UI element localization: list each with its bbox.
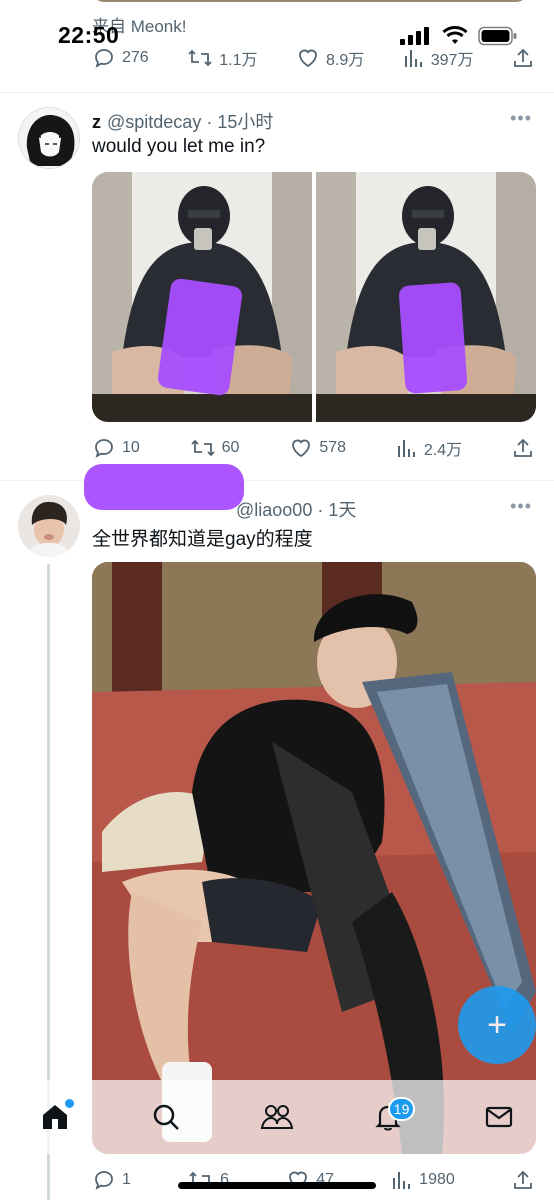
views-icon [397,440,415,457]
compose-button[interactable]: + [458,986,536,1064]
censor-overlay [398,281,468,395]
timestamp[interactable]: 15小时 [217,112,273,132]
messages-icon [485,1106,512,1128]
separator-dot: · [201,112,218,132]
retweet-count: 60 [221,439,240,456]
retweet-button[interactable]: 60 [190,436,240,460]
views-count: 1980 [419,1171,455,1188]
more-icon[interactable]: ••• [510,496,532,517]
tweet-photo-1[interactable] [92,172,312,422]
more-icon[interactable]: ••• [510,108,532,129]
tab-search[interactable] [136,1087,196,1147]
tweet-header: z @spitdecay · 15小时 [92,108,273,134]
status-time: 22:50 [58,22,120,48]
separator-dot: · [312,500,329,520]
signal-icon [400,27,429,45]
views-icon [393,1172,411,1189]
wifi-icon [442,26,468,44]
like-count: 578 [319,439,347,456]
avatar[interactable] [18,107,80,169]
views-button[interactable]: 2.4万 [396,436,462,460]
reply-icon [95,439,113,458]
handle[interactable]: liaoo00 [254,500,312,520]
tweet-photo[interactable] [92,562,536,1154]
tweet-spitdecay[interactable]: z @spitdecay · 15小时 ••• would you let me … [0,92,554,480]
tab-notifications[interactable]: 19 [358,1087,418,1147]
avatar[interactable] [18,495,80,557]
like-icon [292,439,311,458]
display-name[interactable]: z [92,112,101,132]
reply-button[interactable]: 1 [92,1168,131,1192]
tweet-actions: 10 60 578 2.4万 [92,436,534,460]
battery-icon [478,26,517,46]
reply-count: 1 [122,1171,131,1188]
views-count: 2.4万 [423,442,463,459]
tab-messages[interactable] [469,1087,529,1147]
communities-icon [260,1105,294,1129]
timestamp[interactable]: 1天 [328,500,356,520]
censor-overlay-name [84,464,244,510]
handle[interactable]: @spitdecay [107,112,201,132]
tab-home[interactable] [25,1087,85,1147]
reply-count: 10 [122,439,140,456]
compose-icon: + [487,1005,507,1044]
search-icon [153,1104,180,1130]
home-unread-dot [65,1099,75,1108]
reply-button[interactable]: 10 [92,436,140,460]
tweet-text: 全世界都知道是gay的程度 [92,529,313,550]
status-icons [400,26,518,46]
tweet-photo-2[interactable] [316,172,536,422]
like-button[interactable]: 578 [289,436,346,460]
share-button[interactable] [512,437,534,459]
notifications-badge: 19 [387,1097,416,1121]
tweet-text: would you let me in? [92,136,266,157]
reply-icon [95,1171,113,1190]
share-icon [514,1170,532,1189]
tab-communities[interactable] [247,1087,307,1147]
views-button[interactable]: 1980 [391,1169,455,1191]
retweet-icon [191,439,215,457]
share-icon [514,438,532,457]
tweet-header: @liaoo00 · 1天 [236,496,356,522]
home-indicator [178,1182,376,1189]
share-button[interactable] [512,1169,534,1191]
censor-overlay [156,277,244,397]
tab-bar: 19 [0,1080,554,1154]
status-bar: 22:50 [0,0,554,70]
